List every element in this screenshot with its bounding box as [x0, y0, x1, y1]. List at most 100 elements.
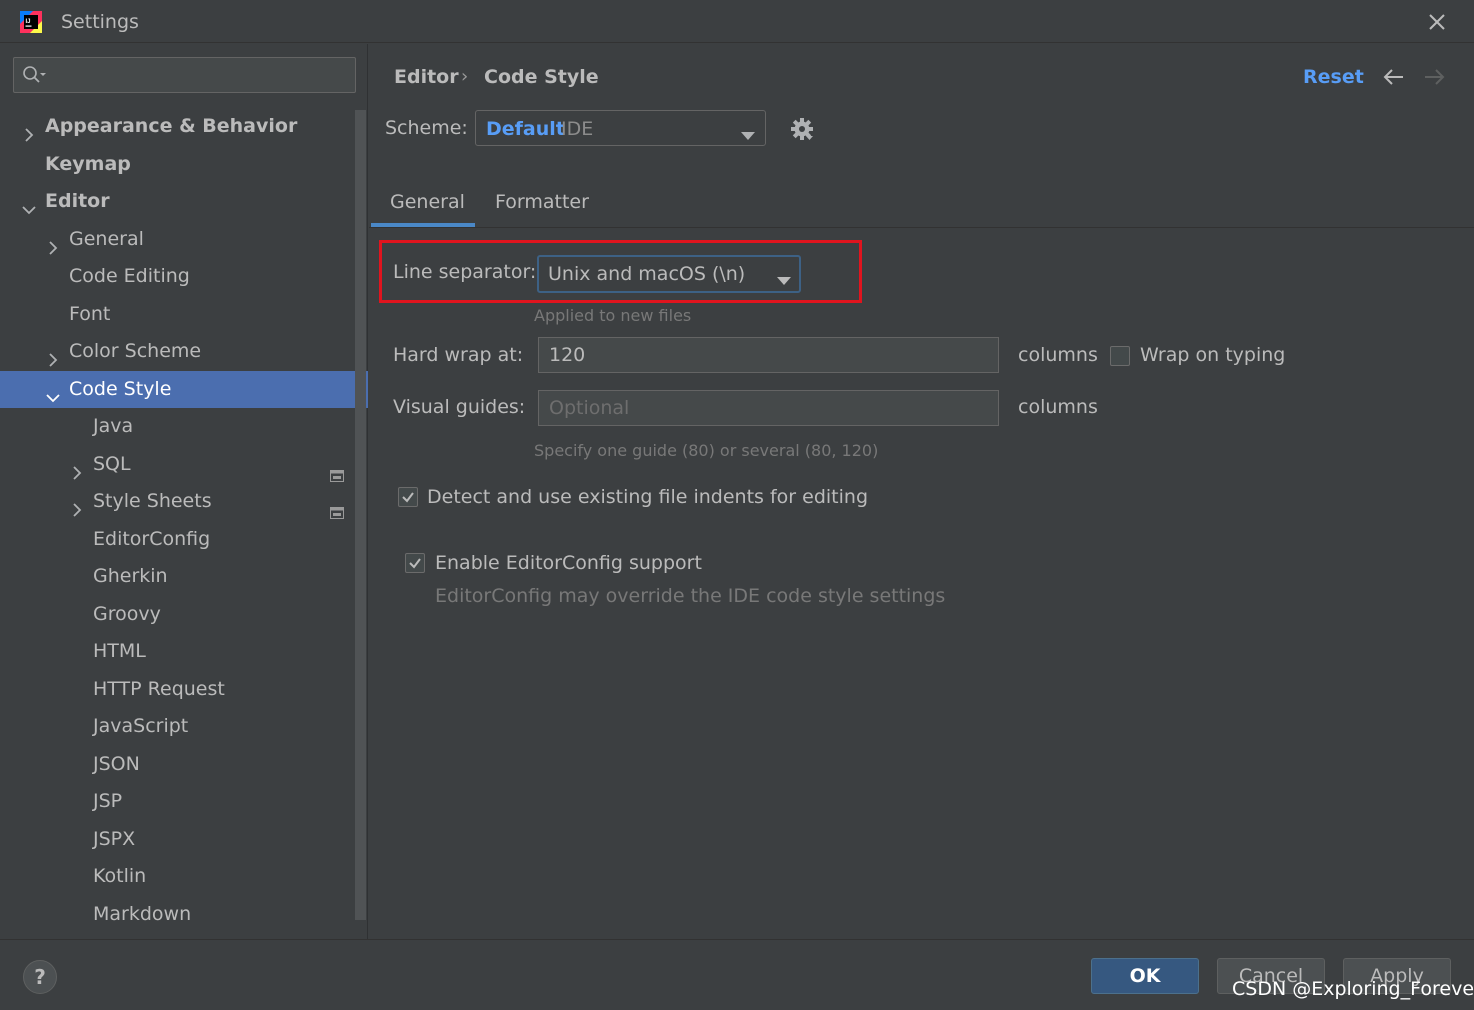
gear-icon[interactable] [790, 117, 814, 141]
wrap-on-typing-label[interactable]: Wrap on typing [1140, 344, 1285, 366]
chevron-right-icon[interactable] [70, 457, 84, 480]
line-separator-value: Unix and macOS (\n) [548, 263, 746, 285]
scheme-label: Scheme: [385, 117, 468, 139]
scheme-dropdown[interactable]: Default IDE [475, 110, 766, 146]
editorconfig-label[interactable]: Enable EditorConfig support [435, 552, 702, 574]
sidebar-item-label: Appearance & Behavior [45, 115, 298, 137]
sidebar-item-html[interactable]: HTML [0, 633, 355, 671]
sidebar-item-label: Color Scheme [69, 340, 202, 362]
sidebar-item-label: Style Sheets [93, 490, 212, 512]
tabs-divider [369, 227, 1474, 228]
project-scope-icon [330, 458, 344, 482]
chevron-down-icon[interactable] [22, 194, 36, 215]
visual-guides-unit: columns [1018, 396, 1098, 418]
sidebar-item-markdown[interactable]: Markdown [0, 896, 355, 934]
back-arrow-icon[interactable] [1382, 66, 1406, 90]
settings-search-input[interactable] [13, 57, 356, 93]
sidebar-item-label: HTML [93, 640, 146, 662]
sidebar-item-label: JSPX [93, 827, 136, 850]
sidebar-item-label: HTTP Request [93, 677, 225, 700]
sidebar-item-label: JavaScript [93, 715, 189, 737]
intellij-app-icon: IJ [18, 9, 44, 35]
line-separator-hint: Applied to new files [534, 306, 692, 325]
sidebar-item-json[interactable]: JSON [0, 746, 355, 784]
title-bar: IJ Settings [0, 0, 1474, 43]
sidebar-item-keymap[interactable]: Keymap [0, 146, 355, 184]
sidebar-item-code-editing[interactable]: Code Editing [0, 258, 355, 296]
sidebar-item-kotlin[interactable]: Kotlin [0, 858, 355, 896]
checkmark-icon [402, 492, 414, 503]
hard-wrap-label: Hard wrap at: [393, 344, 524, 366]
sidebar-item-appearance-behavior[interactable]: Appearance & Behavior [0, 108, 355, 146]
sidebar-item-label: EditorConfig [93, 527, 211, 550]
detect-indents-checkbox[interactable] [398, 487, 418, 507]
chevron-right-icon[interactable] [46, 232, 60, 255]
line-separator-label: Line separator: [393, 261, 537, 283]
chevron-right-icon[interactable] [22, 119, 36, 142]
sidebar-item-label: Code Style [69, 377, 172, 400]
chevron-down-icon [777, 270, 791, 289]
sidebar-item-label: Editor [45, 190, 110, 212]
chevron-right-icon[interactable] [70, 494, 84, 517]
help-button[interactable]: ? [23, 960, 57, 994]
sidebar-item-label: JSON [93, 752, 140, 775]
sidebar-item-label: Groovy [93, 602, 161, 625]
editorconfig-checkbox[interactable] [405, 553, 425, 573]
visual-guides-label: Visual guides: [393, 396, 526, 418]
sidebar-item-label: Keymap [45, 152, 131, 175]
sidebar-item-general[interactable]: General [0, 221, 355, 259]
sidebar-item-http-request[interactable]: HTTP Request [0, 671, 355, 709]
breadcrumb-separator: › [461, 66, 469, 87]
scheme-qualifier: IDE [561, 118, 594, 140]
sidebar-item-label: Gherkin [93, 565, 168, 587]
watermark: CSDN @Exploring_Forever [1232, 978, 1474, 1000]
line-separator-dropdown[interactable]: Unix and macOS (\n) [537, 255, 801, 293]
settings-tree: Appearance & Behavior Keymap Editor General… [0, 108, 368, 934]
svg-text:IJ: IJ [26, 19, 31, 25]
breadcrumb-editor[interactable]: Editor [394, 66, 459, 88]
sidebar-item-editorconfig[interactable]: EditorConfig [0, 521, 355, 559]
reset-link[interactable]: Reset [1303, 66, 1364, 88]
sidebar-item-label: Font [69, 302, 111, 325]
dialog-footer: ? OK Cancel Apply CSDN @Exploring_Foreve… [0, 939, 1474, 1010]
forward-arrow-icon[interactable] [1422, 66, 1446, 90]
sidebar-item-style-sheets[interactable]: Style Sheets [0, 483, 355, 521]
wrap-on-typing-checkbox[interactable] [1110, 346, 1130, 366]
visual-guides-input[interactable]: Optional [538, 390, 999, 426]
sidebar-item-font[interactable]: Font [0, 296, 355, 334]
sidebar-item-jspx[interactable]: JSPX [0, 821, 355, 859]
chevron-right-icon[interactable] [46, 344, 60, 367]
close-icon[interactable] [1424, 9, 1450, 35]
checkmark-icon [409, 558, 421, 569]
sidebar-item-label: General [69, 227, 144, 250]
sidebar-item-sql[interactable]: SQL [0, 446, 355, 484]
sidebar-scrollbar[interactable] [355, 110, 366, 920]
sidebar-item-label: Markdown [93, 902, 192, 925]
sidebar-item-label: Java [93, 415, 134, 437]
chevron-down-icon[interactable] [46, 382, 60, 402]
sidebar-item-label: Code Editing [69, 265, 190, 287]
sidebar-item-java[interactable]: Java [0, 408, 355, 446]
settings-sidebar: Appearance & Behavior Keymap Editor General… [0, 44, 368, 939]
sidebar-item-groovy[interactable]: Groovy [0, 596, 355, 634]
sidebar-item-editor[interactable]: Editor [0, 183, 355, 221]
sidebar-item-code-style[interactable]: Code Style [0, 370, 368, 408]
chevron-down-icon [741, 125, 755, 144]
window-title: Settings [61, 11, 139, 33]
editorconfig-note: EditorConfig may override the IDE code s… [435, 585, 946, 607]
hard-wrap-unit: columns [1018, 344, 1098, 366]
ok-button[interactable]: OK [1091, 958, 1199, 994]
sidebar-item-label: JSP [93, 790, 123, 812]
tab-formatter[interactable]: Formatter [495, 191, 589, 213]
detect-indents-label[interactable]: Detect and use existing file indents for… [427, 486, 868, 508]
sidebar-item-javascript[interactable]: JavaScript [0, 708, 355, 746]
sidebar-item-jsp[interactable]: JSP [0, 783, 355, 821]
hard-wrap-input[interactable]: 120 [538, 337, 999, 373]
scheme-value: Default [486, 118, 565, 140]
sidebar-item-color-scheme[interactable]: Color Scheme [0, 333, 355, 371]
settings-content: Editor › Code Style Reset Scheme: Defaul… [369, 44, 1474, 939]
sidebar-item-label: SQL [93, 452, 131, 475]
tab-general[interactable]: General [390, 191, 465, 213]
visual-guides-hint: Specify one guide (80) or several (80, 1… [534, 441, 879, 460]
sidebar-item-gherkin[interactable]: Gherkin [0, 558, 355, 596]
